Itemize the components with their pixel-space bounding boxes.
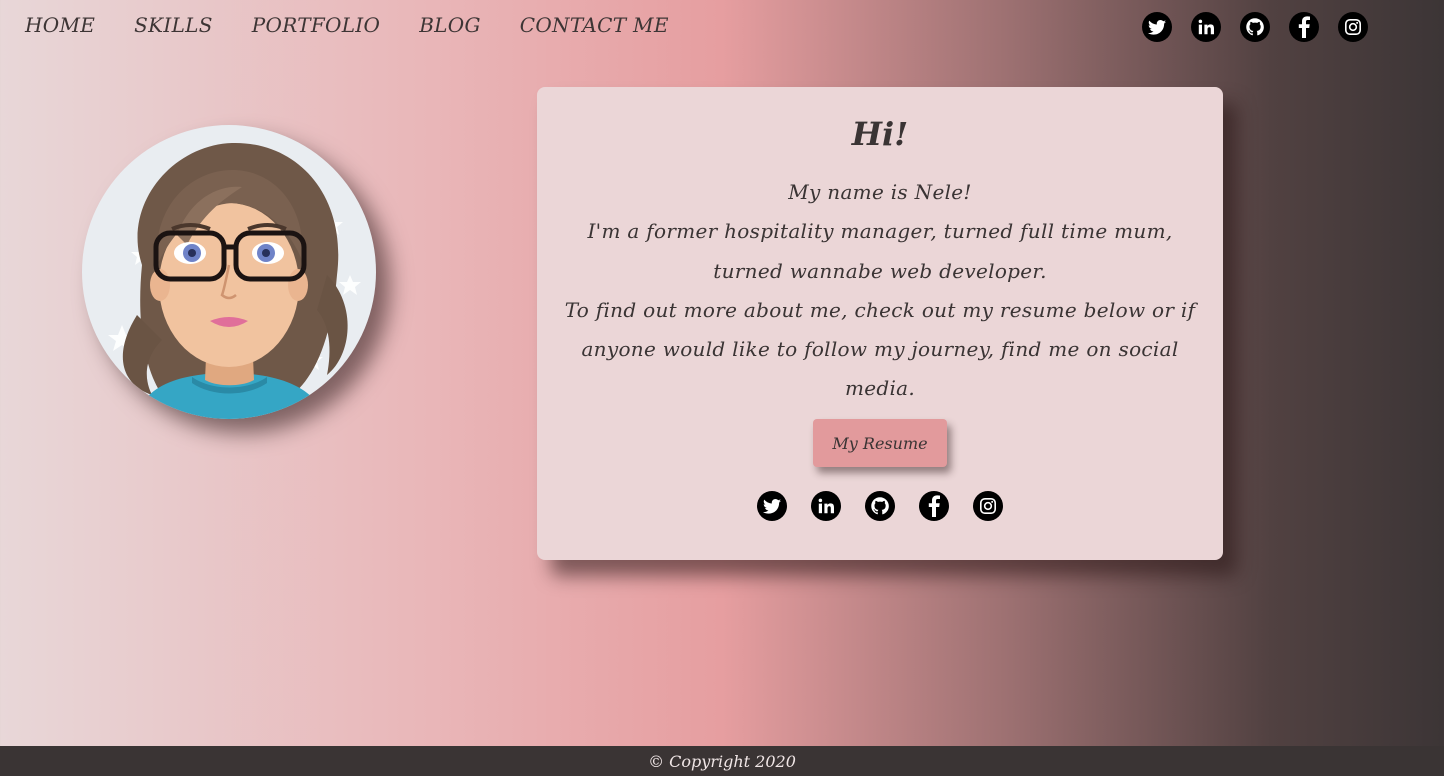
avatar-illustration	[108, 142, 361, 419]
facebook-icon[interactable]	[1289, 12, 1319, 42]
intro-card: Hi! My name is Nele! I'm a former hospit…	[537, 87, 1223, 560]
intro-name-line: My name is Nele!	[788, 180, 972, 204]
github-icon[interactable]	[865, 491, 895, 521]
linkedin-icon[interactable]	[1191, 12, 1221, 42]
instagram-icon[interactable]	[973, 491, 1003, 521]
card-social-links	[757, 491, 1003, 521]
nav-home-link[interactable]: HOME	[25, 13, 95, 37]
top-navigation: HOME SKILLS PORTFOLIO BLOG CONTACT ME	[0, 0, 1444, 56]
page-footer: © Copyright 2020	[0, 746, 1444, 776]
nav-skills-link[interactable]: SKILLS	[134, 13, 213, 37]
nav-contact-link[interactable]: CONTACT ME	[520, 13, 669, 37]
facebook-icon[interactable]	[919, 491, 949, 521]
nav-links: HOME SKILLS PORTFOLIO BLOG CONTACT ME	[25, 13, 708, 37]
resume-button[interactable]: My Resume	[813, 419, 947, 467]
intro-text: My name is Nele! I'm a former hospitalit…	[553, 173, 1207, 409]
profile-avatar	[82, 125, 376, 419]
nav-portfolio-link[interactable]: PORTFOLIO	[252, 13, 380, 37]
linkedin-icon[interactable]	[811, 491, 841, 521]
intro-followup-line: To find out more about me, check out my …	[564, 297, 1196, 401]
copyright-text: © Copyright 2020	[648, 752, 796, 771]
nav-blog-link[interactable]: BLOG	[419, 13, 481, 37]
header-social-links	[1142, 12, 1368, 42]
github-icon[interactable]	[1240, 12, 1270, 42]
twitter-icon[interactable]	[1142, 12, 1172, 42]
twitter-icon[interactable]	[757, 491, 787, 521]
instagram-icon[interactable]	[1338, 12, 1368, 42]
intro-background-line: I'm a former hospitality manager, turned…	[587, 219, 1173, 283]
greeting-heading: Hi!	[851, 115, 909, 153]
